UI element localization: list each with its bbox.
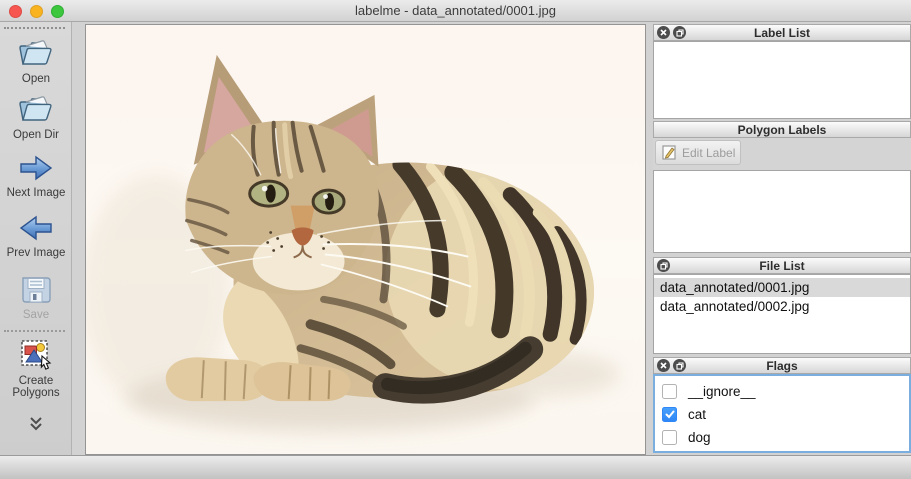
close-icon	[660, 362, 667, 369]
flags-close-button[interactable]	[657, 359, 670, 372]
open-label: Open	[21, 73, 51, 85]
toolbar: Open Open Dir Next Image Prev Image Save…	[0, 22, 72, 455]
zoom-window-button[interactable]	[51, 5, 64, 18]
polygon-labels-toolbar: Edit Label	[653, 138, 911, 170]
toolbar-overflow-button[interactable]	[0, 416, 72, 437]
floppy-save-icon	[22, 277, 51, 303]
cat-photo	[86, 25, 645, 454]
create-polygons-icon	[21, 340, 52, 370]
label-list-close-button[interactable]	[657, 26, 670, 39]
close-window-button[interactable]	[9, 5, 22, 18]
toolbar-separator	[4, 330, 65, 332]
image-canvas[interactable]	[85, 24, 646, 455]
folder-open-dir-icon	[19, 96, 52, 121]
check-icon	[665, 410, 674, 418]
edit-label-button[interactable]: Edit Label	[655, 140, 741, 165]
file-list-title: File List	[759, 259, 805, 273]
save-button[interactable]: Save	[0, 274, 72, 321]
open-button[interactable]: Open	[0, 36, 72, 85]
label-list-float-button[interactable]	[673, 26, 686, 39]
edit-label-icon	[662, 145, 676, 160]
flags-list: __ignore__ cat dog	[653, 374, 911, 453]
flag-item[interactable]: __ignore__	[655, 381, 909, 401]
flag-label: __ignore__	[688, 383, 756, 399]
float-icon	[675, 361, 684, 370]
arrow-left-icon	[19, 215, 52, 241]
double-chevron-down-icon	[30, 417, 42, 431]
label-list-title: Label List	[753, 26, 810, 40]
label-list[interactable]	[653, 41, 911, 119]
polygon-labels-title: Polygon Labels	[737, 123, 827, 137]
create-polygons-label: Create Polygons	[12, 375, 60, 399]
flag-item[interactable]: cat	[655, 404, 909, 424]
flag-item[interactable]: dog	[655, 427, 909, 447]
title-bar: labelme - data_annotated/0001.jpg	[0, 0, 911, 22]
open-dir-button[interactable]: Open Dir	[0, 92, 72, 141]
flags-title: Flags	[766, 359, 798, 373]
flags-header[interactable]: Flags	[653, 357, 911, 374]
file-list-float-button[interactable]	[657, 259, 670, 272]
next-image-button[interactable]: Next Image	[0, 152, 72, 199]
arrow-right-icon	[20, 155, 53, 181]
flag-checkbox[interactable]	[662, 383, 677, 399]
minimize-window-button[interactable]	[30, 5, 43, 18]
file-list-item[interactable]: data_annotated/0002.jpg	[654, 297, 910, 316]
prev-image-label: Prev Image	[6, 247, 66, 259]
polygon-labels-header[interactable]: Polygon Labels	[653, 121, 911, 138]
next-image-label: Next Image	[6, 187, 66, 199]
float-icon	[659, 261, 668, 270]
flag-label: cat	[688, 406, 707, 422]
float-icon	[675, 28, 684, 37]
create-polygons-button[interactable]: Create Polygons	[0, 338, 72, 399]
file-list: data_annotated/0001.jpg data_annotated/0…	[653, 274, 911, 354]
labelme-window: labelme - data_annotated/0001.jpg Open O…	[0, 0, 911, 479]
label-list-header[interactable]: Label List	[653, 24, 911, 41]
polygon-labels-list[interactable]	[653, 170, 911, 253]
window-title: labelme - data_annotated/0001.jpg	[355, 3, 556, 18]
file-list-header[interactable]: File List	[653, 257, 911, 274]
flag-checkbox[interactable]	[662, 406, 677, 422]
toolbar-drag-handle[interactable]	[4, 27, 65, 29]
flag-checkbox[interactable]	[662, 429, 677, 445]
folder-open-icon	[19, 40, 52, 65]
close-icon	[660, 29, 667, 36]
save-label: Save	[22, 309, 50, 321]
open-dir-label: Open Dir	[12, 129, 60, 141]
file-list-item[interactable]: data_annotated/0001.jpg	[654, 278, 910, 297]
flags-float-button[interactable]	[673, 359, 686, 372]
status-bar	[0, 455, 911, 479]
edit-label-text: Edit Label	[682, 145, 736, 160]
prev-image-button[interactable]: Prev Image	[0, 212, 72, 259]
flag-label: dog	[688, 429, 711, 445]
